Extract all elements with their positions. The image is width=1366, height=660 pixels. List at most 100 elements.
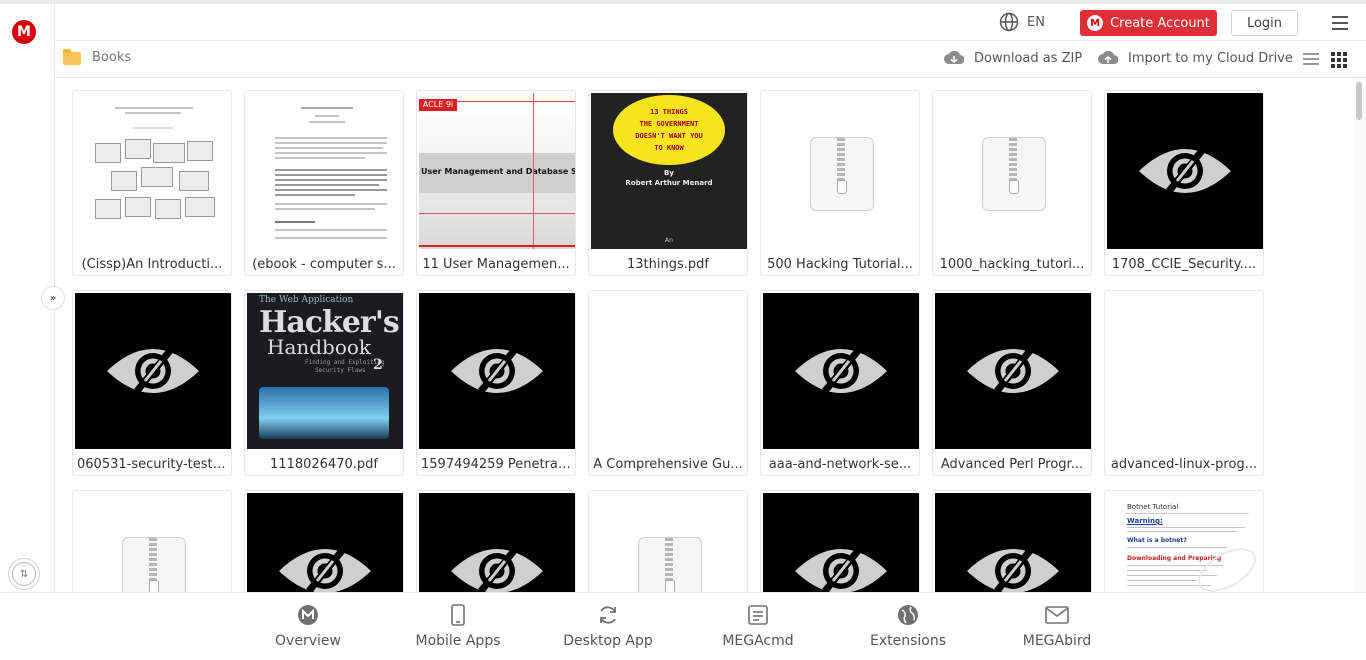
file-card[interactable]: (Cissp)An Introducti...	[72, 90, 232, 276]
thumb-line: DOESN'T WANT YOU	[635, 132, 703, 140]
file-card[interactable]	[932, 490, 1092, 592]
globe-icon	[898, 605, 918, 625]
globe-icon	[999, 12, 1019, 32]
file-card[interactable]: 500 Hacking Tutorial...	[760, 90, 920, 276]
file-thumbnail	[75, 293, 231, 449]
file-name: A Comprehensive Gu...	[593, 457, 743, 472]
breadcrumb-folder[interactable]: Books	[92, 50, 131, 65]
file-thumbnail: ACLE 9i User Management and Database Sec…	[419, 93, 575, 249]
transfer-manager-button[interactable]: ⇅	[8, 558, 40, 590]
hidden-preview-icon	[451, 344, 543, 394]
file-card[interactable]: (ebook - computer s...	[244, 90, 404, 276]
file-card[interactable]	[72, 490, 232, 592]
file-card[interactable]: ACLE 9i User Management and Database Sec…	[416, 90, 576, 276]
bottom-nav-desktop-app[interactable]: Desktop App	[548, 603, 668, 649]
file-card[interactable]: 1708_CCIE_Security....	[1104, 90, 1264, 276]
mega-logo-icon[interactable]: M	[12, 20, 36, 44]
import-cloud-button[interactable]: Import to my Cloud Drive	[1098, 50, 1293, 66]
list-view-icon[interactable]	[1303, 53, 1319, 68]
file-card[interactable]	[244, 490, 404, 592]
bottom-nav-label: MEGAbird	[1022, 633, 1092, 649]
file-thumbnail: Botnet Tutorial Warning: What is a botne…	[1107, 493, 1264, 592]
file-card[interactable]: 1000_hacking_tutori...	[932, 90, 1092, 276]
file-card[interactable]: 1597494259 Penetrat...	[416, 290, 576, 476]
file-thumbnail	[1107, 93, 1263, 249]
mega-icon: M	[1087, 15, 1104, 31]
file-thumbnail	[591, 293, 747, 449]
thumb-author: Robert Arthur Menard	[625, 179, 713, 187]
file-card[interactable]: The Web Application Hacker's Handbook Fi…	[244, 290, 404, 476]
thumb-line: Handbook	[267, 335, 372, 359]
file-thumbnail	[75, 493, 231, 592]
top-bar: EN M Create Account Login	[55, 4, 1366, 41]
file-name: aaa-and-network-se...	[768, 457, 912, 472]
file-thumbnail	[935, 293, 1091, 449]
vertical-scrollbar[interactable]	[1354, 78, 1366, 592]
hidden-preview-icon	[967, 544, 1059, 592]
hidden-preview-icon	[279, 544, 371, 592]
file-thumbnail	[1107, 293, 1263, 449]
zip-file-icon	[122, 537, 186, 592]
file-card[interactable]: advanced-linux-prog...	[1104, 290, 1264, 476]
thumb-edition: 2	[373, 357, 383, 373]
oracle-tag: ACLE 9i	[419, 99, 457, 111]
file-card[interactable]: aaa-and-network-se...	[760, 290, 920, 476]
file-thumbnail	[247, 93, 403, 249]
bottom-nav-overview[interactable]: Overview	[248, 603, 368, 649]
bottom-nav-extensions[interactable]: Extensions	[848, 603, 968, 649]
file-card[interactable]: 060531-security-testi...	[72, 290, 232, 476]
language-label: EN	[1027, 14, 1045, 30]
file-thumbnail: 13 THINGS THE GOVERNMENT DOESN'T WANT YO…	[591, 93, 747, 249]
file-card[interactable]: 13 THINGS THE GOVERNMENT DOESN'T WANT YO…	[588, 90, 748, 276]
login-button[interactable]: Login	[1231, 10, 1298, 36]
bottom-nav-mobile-apps[interactable]: Mobile Apps	[398, 603, 518, 649]
thumb-line: 13 THINGS	[650, 108, 688, 116]
terminal-icon	[748, 605, 768, 625]
grid-view-icon[interactable]	[1331, 52, 1347, 68]
file-name: advanced-linux-prog...	[1110, 457, 1258, 472]
file-card[interactable]: A Comprehensive Gu...	[588, 290, 748, 476]
bottom-nav-megacmd[interactable]: MEGAcmd	[698, 603, 818, 649]
mail-icon	[1045, 606, 1069, 624]
download-icon	[944, 50, 964, 64]
zip-file-icon	[810, 137, 874, 211]
file-card[interactable]	[588, 490, 748, 592]
bottom-nav-label: Desktop App	[563, 633, 653, 649]
bottom-nav-label: MEGAcmd	[722, 633, 794, 649]
create-account-label: Create Account	[1110, 15, 1210, 31]
thumb-by: By	[664, 169, 674, 177]
file-thumbnail	[591, 493, 747, 592]
menu-icon[interactable]	[1332, 16, 1348, 34]
bottom-nav: Overview Mobile Apps Desktop App MEGAcmd…	[0, 592, 1366, 660]
file-thumbnail	[247, 493, 403, 592]
file-card[interactable]	[416, 490, 576, 592]
expand-sidebar-button[interactable]: »	[41, 286, 65, 310]
file-name: 1118026470.pdf	[270, 457, 378, 472]
file-grid: (Cissp)An Introducti... (ebook - compute…	[55, 78, 1353, 592]
zip-file-icon	[982, 137, 1046, 211]
hidden-preview-icon	[107, 344, 199, 394]
download-zip-button[interactable]: Download as ZIP	[944, 50, 1082, 66]
create-account-button[interactable]: M Create Account	[1080, 10, 1217, 36]
file-name: 1597494259 Penetrat...	[421, 457, 571, 472]
file-name: Advanced Perl Progr...	[940, 457, 1084, 472]
hidden-preview-icon	[795, 344, 887, 394]
file-name: 060531-security-testi...	[77, 457, 227, 472]
scrollbar-thumb[interactable]	[1356, 82, 1362, 120]
thumb-warning: Warning:	[1127, 517, 1163, 525]
file-card[interactable]: Botnet Tutorial Warning: What is a botne…	[1104, 490, 1264, 592]
mega-icon	[298, 605, 318, 625]
zip-file-icon	[638, 537, 702, 592]
file-name: 11 User Managemen...	[422, 257, 570, 272]
file-name: 500 Hacking Tutorial...	[767, 257, 913, 272]
thumb-footer: An	[665, 237, 673, 244]
file-card[interactable]	[760, 490, 920, 592]
file-thumbnail	[75, 93, 231, 249]
language-selector[interactable]: EN	[999, 12, 1045, 32]
file-thumbnail	[763, 93, 919, 249]
breadcrumb-bar: Books Download as ZIP Import to my Cloud…	[55, 41, 1366, 78]
file-thumbnail	[419, 293, 575, 449]
thumb-title: Botnet Tutorial	[1127, 503, 1179, 511]
file-card[interactable]: Advanced Perl Progr...	[932, 290, 1092, 476]
bottom-nav-megabird[interactable]: MEGAbird	[997, 603, 1117, 649]
